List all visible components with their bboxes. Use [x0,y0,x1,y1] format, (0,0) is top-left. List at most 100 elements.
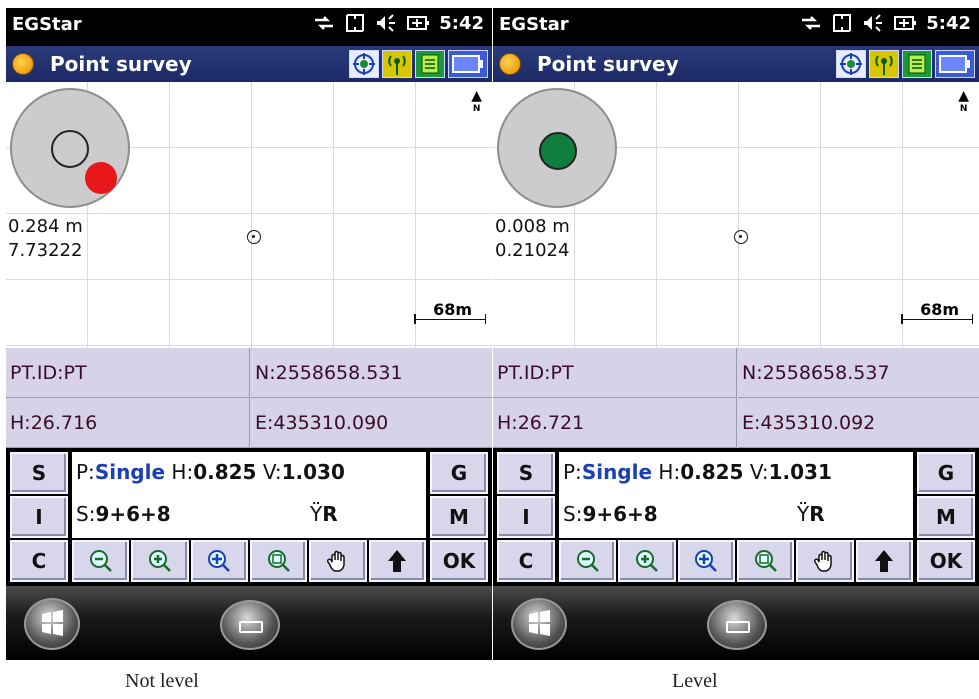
solution-info[interactable]: P:Single H:0.825 V:1.031 S:9+6+8 ΫR [559,452,913,538]
i-button[interactable]: I [10,496,68,538]
bubble-level [10,88,130,208]
solution-mode: Single [94,460,166,484]
north-arrow-icon: ▲ N [958,88,969,114]
point-info: PT.ID:PT N:2558658.537 H:26.721 E:435310… [493,348,979,448]
connection-icon[interactable] [313,12,335,34]
survey-map[interactable]: 0.284 m 7.73222 ▲ N 68m [6,82,492,348]
screen-not-level: EGStar 5:42 Point survey 0.284 m 7.73222… [6,8,492,660]
ok-button[interactable]: OK [430,540,488,582]
easting[interactable]: E:435310.092 [738,398,979,448]
radio-signal-icon[interactable] [869,50,899,78]
current-position-icon [247,230,261,244]
zoom-in-icon[interactable] [131,540,189,582]
solution-mode: Single [581,460,653,484]
current-position-icon [734,230,748,244]
keyboard-icon[interactable] [220,600,280,650]
scale-bar: 68m [901,300,973,324]
level-target-ring [51,130,89,168]
caption-not-level: Not level [125,670,199,692]
volume-icon[interactable] [862,12,884,34]
battery-status-icon[interactable] [935,50,975,78]
m-button[interactable]: M [917,496,975,538]
page-title: Point survey [50,52,192,76]
g-button[interactable]: G [917,452,975,494]
satellite-count: 9+6+8 [582,502,658,526]
height[interactable]: H:26.721 [493,398,737,448]
antenna-icon: Ϋ [797,502,810,526]
bubble-level [497,88,617,208]
zoom-window-icon[interactable] [736,540,795,582]
zoom-extent-icon[interactable] [677,540,735,582]
app-name: EGStar [499,14,569,35]
northing[interactable]: N:2558658.537 [738,348,979,398]
battery-icon[interactable] [406,12,430,34]
sync-icon[interactable] [344,12,366,34]
connection-icon[interactable] [800,12,822,34]
zoom-out-icon[interactable] [559,540,617,582]
vrms: 1.030 [281,460,345,484]
radio-signal-icon[interactable] [382,50,412,78]
survey-map[interactable]: 0.008 m 0.21024 ▲ N 68m [493,82,979,348]
battery-icon[interactable] [893,12,917,34]
zoom-window-icon[interactable] [249,540,308,582]
gps-target-icon[interactable] [836,50,866,78]
up-arrow-icon[interactable] [368,540,426,582]
level-bubble [539,132,577,170]
clock[interactable]: 5:42 [926,13,971,34]
pan-hand-icon[interactable] [796,540,854,582]
ok-button[interactable]: OK [917,540,975,582]
screen-level: EGStar 5:42 Point survey 0.008 m 0.21024… [493,8,979,660]
zoom-in-icon[interactable] [618,540,676,582]
windows-start-icon[interactable] [511,598,567,650]
northing[interactable]: N:2558658.531 [251,348,492,398]
zoom-out-icon[interactable] [72,540,130,582]
c-button[interactable]: C [10,540,68,582]
height[interactable]: H:26.716 [6,398,250,448]
clock[interactable]: 5:42 [439,13,484,34]
gps-target-icon[interactable] [349,50,379,78]
c-button[interactable]: C [497,540,555,582]
caption-level: Level [672,670,718,692]
title-bar: Point survey [6,46,492,82]
tilt-angle: 0.21024 [495,240,570,261]
tilt-distance: 0.008 m [495,216,570,237]
g-button[interactable]: G [430,452,488,494]
windows-start-icon[interactable] [24,598,80,650]
up-arrow-icon[interactable] [855,540,913,582]
point-id[interactable]: PT.ID:PT [6,348,250,398]
s-button[interactable]: S [10,452,68,494]
pan-hand-icon[interactable] [309,540,367,582]
point-info: PT.ID:PT N:2558658.531 H:26.716 E:435310… [6,348,492,448]
memory-icon[interactable] [415,50,445,78]
hrms: 0.825 [193,460,257,484]
app-name: EGStar [12,14,82,35]
tilt-angle: 7.73222 [8,240,83,261]
antenna-icon: Ϋ [310,502,323,526]
battery-status-icon[interactable] [448,50,488,78]
app-logo-icon[interactable] [499,53,521,75]
status-bar: EGStar 5:42 [493,8,979,46]
level-bubble [85,162,117,194]
keyboard-icon[interactable] [707,600,767,650]
control-panel: S I C P:Single H:0.825 V:1.031 S:9+6+8 Ϋ… [493,448,979,586]
hrms: 0.825 [680,460,744,484]
memory-icon[interactable] [902,50,932,78]
i-button[interactable]: I [497,496,555,538]
sync-icon[interactable] [831,12,853,34]
taskbar [493,586,979,660]
m-button[interactable]: M [430,496,488,538]
solution-info[interactable]: P:Single H:0.825 V:1.030 S:9+6+8 ΫR [72,452,426,538]
satellite-count: 9+6+8 [95,502,171,526]
s-button[interactable]: S [497,452,555,494]
control-panel: S I C P:Single H:0.825 V:1.030 S:9+6+8 Ϋ… [6,448,492,586]
app-logo-icon[interactable] [12,53,34,75]
point-id[interactable]: PT.ID:PT [493,348,737,398]
volume-icon[interactable] [375,12,397,34]
scale-bar: 68m [414,300,486,324]
title-bar: Point survey [493,46,979,82]
taskbar [6,586,492,660]
easting[interactable]: E:435310.090 [251,398,492,448]
status-bar: EGStar 5:42 [6,8,492,46]
vrms: 1.031 [768,460,832,484]
zoom-extent-icon[interactable] [190,540,248,582]
